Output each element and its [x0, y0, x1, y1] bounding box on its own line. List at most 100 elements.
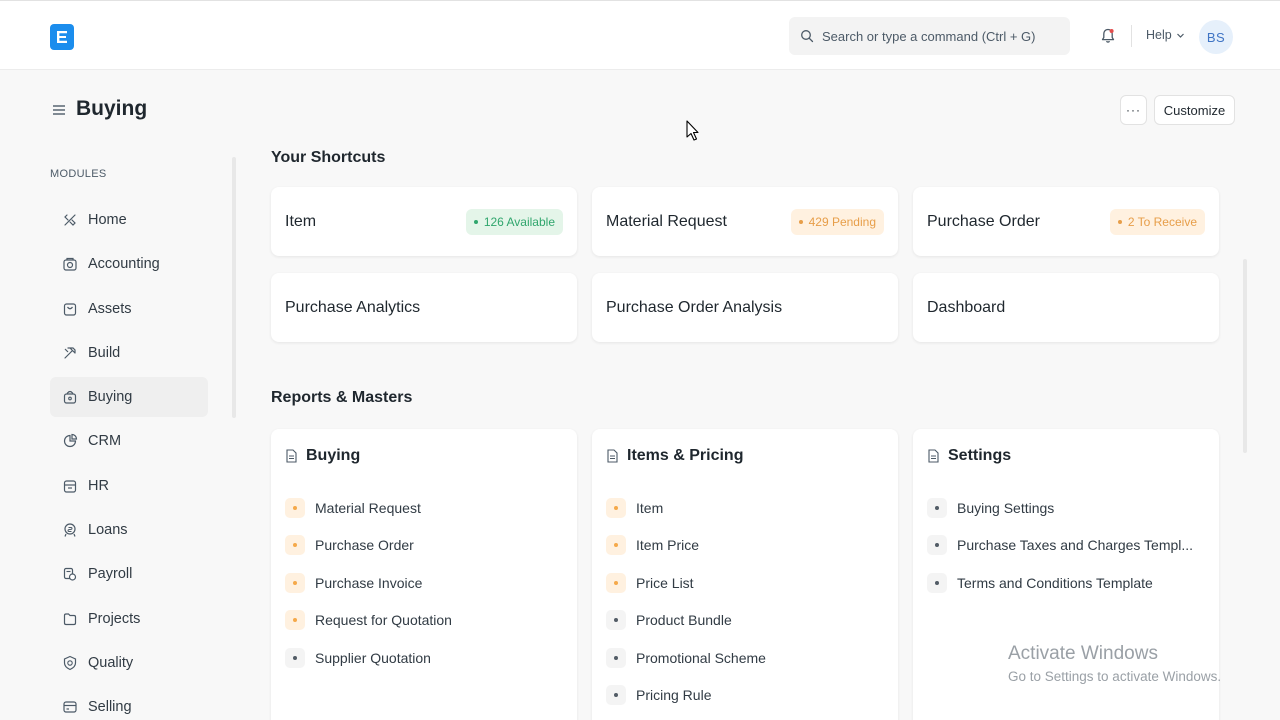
- customize-button[interactable]: Customize: [1154, 95, 1235, 125]
- sidebar-item-label: Buying: [88, 389, 133, 406]
- sidebar-toggle-icon[interactable]: [52, 103, 66, 117]
- main-scrollbar[interactable]: [1243, 259, 1247, 453]
- help-label: Help: [1146, 28, 1172, 42]
- report-link[interactable]: Purchase Order: [285, 527, 563, 565]
- sidebar-item-crm[interactable]: CRM: [50, 421, 208, 461]
- status-badge: 2 To Receive: [1109, 208, 1205, 235]
- sidebar-item-label: Payroll: [88, 566, 133, 583]
- shortcut-card-purchase-order[interactable]: Purchase Order 2 To Receive: [913, 187, 1219, 256]
- report-link[interactable]: Item Price: [606, 527, 884, 565]
- shortcut-label: Item: [285, 212, 317, 230]
- sidebar-item-label: Quality: [88, 654, 134, 671]
- shortcut-label: Purchase Analytics: [285, 298, 421, 316]
- report-link[interactable]: Item: [606, 489, 884, 527]
- report-card-items-pricing: Items & Pricing Item Item Price Price Li…: [592, 429, 898, 720]
- reports-section-title: Reports & Masters: [271, 389, 413, 406]
- shortcut-card-purchase-order-analysis[interactable]: Purchase Order Analysis: [592, 273, 898, 342]
- sidebar-item-quality[interactable]: Quality: [50, 643, 208, 683]
- home-icon: [64, 214, 76, 226]
- report-link[interactable]: Price List: [606, 564, 884, 602]
- report-link[interactable]: Buying Settings: [927, 489, 1205, 527]
- search-input[interactable]: [822, 28, 1052, 44]
- link-bullet: [285, 647, 305, 668]
- link-bullet: [285, 497, 305, 518]
- sidebar-item-label: Projects: [88, 610, 141, 627]
- shortcut-card-item[interactable]: Item 126 Available: [271, 187, 577, 256]
- sidebar: Home Accounting Assets Build Buying CRM …: [50, 200, 208, 720]
- user-avatar[interactable]: BS: [1199, 20, 1233, 54]
- navbar: Help BS: [0, 0, 1280, 70]
- report-card-buying: Buying Material Request Purchase Order P…: [271, 429, 577, 720]
- report-link[interactable]: Supplier Quotation: [285, 639, 563, 677]
- notification-bell-icon[interactable]: [1099, 27, 1117, 45]
- report-link[interactable]: Purchase Invoice: [285, 564, 563, 602]
- avatar-initials: BS: [1206, 29, 1226, 45]
- accounting-icon: [63, 258, 77, 271]
- sidebar-item-home[interactable]: Home: [50, 200, 208, 240]
- shortcut-card-dashboard[interactable]: Dashboard: [913, 273, 1219, 342]
- report-link[interactable]: Product Bundle: [606, 602, 884, 640]
- status-badge: 429 Pending: [790, 208, 884, 235]
- document-icon: [928, 449, 939, 463]
- sidebar-heading: MODULES: [50, 168, 107, 180]
- payroll-icon: [63, 568, 77, 581]
- link-bullet: [606, 572, 626, 593]
- search-bar[interactable]: [789, 17, 1070, 55]
- sidebar-item-assets[interactable]: Assets: [50, 289, 208, 329]
- help-dropdown[interactable]: Help: [1146, 28, 1185, 42]
- mouse-cursor-icon: [686, 120, 699, 141]
- link-bullet: [927, 572, 947, 593]
- report-link[interactable]: Promotional Scheme: [606, 639, 884, 677]
- navbar-divider: [1131, 25, 1132, 47]
- sidebar-item-buying[interactable]: Buying: [50, 377, 208, 418]
- shortcut-label: Purchase Order: [927, 212, 1040, 230]
- report-link[interactable]: Material Request: [285, 489, 563, 527]
- shortcut-card-purchase-analytics[interactable]: Purchase Analytics: [271, 273, 577, 342]
- sidebar-scrollbar[interactable]: [232, 157, 236, 418]
- link-bullet: [606, 497, 626, 518]
- link-bullet: [606, 610, 626, 631]
- sidebar-item-projects[interactable]: Projects: [50, 599, 208, 639]
- status-badge: 126 Available: [465, 208, 563, 235]
- report-link[interactable]: Request for Quotation: [285, 602, 563, 640]
- sidebar-item-loans[interactable]: Loans: [50, 510, 208, 550]
- sidebar-item-selling[interactable]: Selling: [50, 687, 208, 720]
- shortcut-label: Material Request: [606, 212, 727, 230]
- sidebar-item-hr[interactable]: HR: [50, 466, 208, 506]
- link-bullet: [606, 535, 626, 556]
- more-options-button[interactable]: ···: [1120, 95, 1147, 125]
- link-bullet: [927, 535, 947, 556]
- sidebar-item-label: Home: [88, 212, 127, 228]
- card-title: Settings: [927, 446, 1205, 466]
- windows-activation-watermark: Activate Windows Go to Settings to activ…: [1008, 643, 1222, 684]
- shortcut-label: Dashboard: [927, 298, 1006, 316]
- loans-icon: [64, 523, 76, 537]
- card-title: Buying: [285, 446, 563, 466]
- build-icon: [64, 347, 76, 359]
- report-link[interactable]: Pricing Rule: [606, 677, 884, 715]
- sidebar-item-payroll[interactable]: Payroll: [50, 554, 208, 594]
- link-bullet: [285, 535, 305, 556]
- hr-icon: [63, 480, 77, 493]
- shortcut-card-material-request[interactable]: Material Request 429 Pending: [592, 187, 898, 256]
- report-link[interactable]: Terms and Conditions Template: [927, 564, 1205, 602]
- projects-icon: [63, 613, 77, 625]
- link-bullet: [285, 572, 305, 593]
- sidebar-item-label: Build: [88, 344, 121, 361]
- buying-icon: [63, 391, 77, 404]
- shortcut-label: Purchase Order Analysis: [606, 298, 783, 316]
- sidebar-item-label: Loans: [88, 522, 128, 539]
- document-icon: [607, 449, 618, 463]
- quality-icon: [63, 655, 77, 671]
- link-bullet: [606, 685, 626, 706]
- selling-icon: [63, 701, 77, 713]
- sidebar-item-label: Selling: [88, 699, 132, 716]
- link-bullet: [927, 497, 947, 518]
- sidebar-item-build[interactable]: Build: [50, 333, 208, 373]
- report-link[interactable]: Purchase Taxes and Charges Templ...: [927, 527, 1205, 565]
- search-icon: [801, 30, 814, 43]
- sidebar-item-accounting[interactable]: Accounting: [50, 244, 208, 284]
- app-logo-icon[interactable]: [50, 24, 74, 50]
- link-bullet: [285, 610, 305, 631]
- sidebar-item-label: Assets: [88, 300, 132, 317]
